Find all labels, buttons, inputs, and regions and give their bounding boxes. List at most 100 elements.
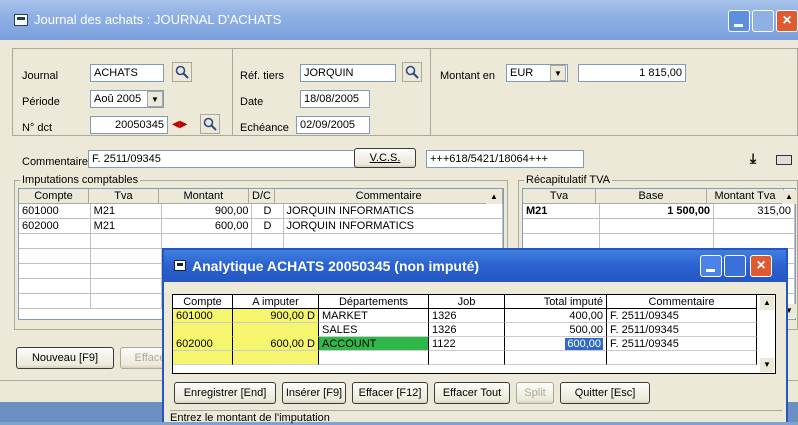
table-cell[interactable] [19,249,91,264]
table-cell[interactable]: JORQUIN INFORMATICS [283,204,503,219]
table-cell[interactable] [90,294,163,309]
table-cell[interactable] [505,351,607,365]
dialog-button-1[interactable]: Insérer [F9] [282,382,346,404]
ref-tiers-search-button[interactable] [402,62,422,82]
dialog-minimize-button[interactable] [700,255,722,277]
table-cell[interactable]: 315,00 [714,204,795,219]
table-cell[interactable] [233,323,319,337]
journal-field[interactable]: ACHATS [90,64,164,82]
table-cell[interactable] [600,234,715,249]
table-cell[interactable]: 500,00 [505,323,607,337]
commentaire-field[interactable]: F. 2511/09345 [88,150,372,168]
table-cell[interactable] [19,279,91,294]
table-cell[interactable] [162,234,253,249]
table-cell[interactable] [429,351,505,365]
table-cell[interactable]: ACCOUNT [319,337,429,351]
table-cell[interactable]: D [252,204,284,219]
table-cell[interactable]: M21 [523,204,601,219]
table-cell[interactable]: MARKET [319,309,429,323]
table-cell[interactable]: M21 [90,219,163,234]
table-cell[interactable] [283,234,503,249]
printer-icon[interactable] [776,150,794,166]
table-cell[interactable]: 601000 [19,204,91,219]
table-cell[interactable]: F. 2511/09345 [607,337,757,351]
table-cell[interactable] [173,351,233,365]
table-cell[interactable] [90,279,163,294]
ref-tiers-field[interactable]: JORQUIN [300,64,396,82]
ndct-field[interactable]: 20050345 [90,116,168,134]
table-cell[interactable]: 600,00 D [233,337,319,351]
periode-dropdown-icon[interactable]: ▼ [147,91,163,107]
dialog-scroll-down-icon[interactable]: ▼ [760,358,774,372]
table-cell[interactable] [523,234,601,249]
table-cell[interactable] [90,249,163,264]
table-cell[interactable]: 601000 [173,309,233,323]
table-cell[interactable] [714,234,795,249]
table-cell[interactable] [90,264,163,279]
date-field[interactable]: 18/08/2005 [300,90,370,108]
table-row[interactable] [19,234,503,249]
table-cell[interactable] [19,294,91,309]
table-row[interactable] [173,351,775,365]
table-cell[interactable] [90,234,163,249]
table-row[interactable]: 601000 M21 900,00 D JORQUIN INFORMATICS [19,204,503,219]
table-cell[interactable] [607,351,757,365]
maximize-button[interactable] [752,10,774,32]
table-cell[interactable]: 900,00 [162,204,253,219]
ndct-search-button[interactable] [200,114,220,134]
table-cell[interactable]: F. 2511/09345 [607,309,757,323]
table-cell[interactable]: 1326 [429,309,505,323]
table-cell[interactable] [523,219,601,234]
dialog-close-button[interactable]: × [750,255,772,277]
table-cell[interactable] [173,323,233,337]
table-cell[interactable]: 1122 [429,337,505,351]
dialog-button-4[interactable]: Split [516,382,554,404]
table-row[interactable] [523,234,795,249]
table-cell[interactable]: F. 2511/09345 [607,323,757,337]
table-cell[interactable] [600,219,715,234]
table-cell[interactable] [19,264,91,279]
table-cell[interactable]: M21 [90,204,163,219]
recap-scroll-up-icon[interactable]: ▲ [782,190,796,204]
table-cell[interactable] [19,234,91,249]
table-row[interactable]: SALES 1326 500,00 F. 2511/09345 [173,323,775,337]
vcs-button[interactable]: V.C.S. [354,148,416,168]
table-cell[interactable]: 1326 [429,323,505,337]
table-cell[interactable]: SALES [319,323,429,337]
download-icon[interactable]: ⤓ [750,150,766,166]
table-cell[interactable]: 900,00 D [233,309,319,323]
dialog-scroll-up-icon[interactable]: ▲ [760,296,774,310]
table-row[interactable]: 602000 M21 600,00 D JORQUIN INFORMATICS [19,219,503,234]
currency-dropdown-icon[interactable]: ▼ [550,65,566,81]
vcs-field[interactable]: +++618/5421/18064+++ [426,150,584,168]
table-row[interactable]: 602000 600,00 D ACCOUNT 1122 600,00 F. 2511/0… [173,337,775,351]
table-cell[interactable]: 600,00 [505,337,607,351]
minimize-button[interactable] [728,10,750,32]
table-cell[interactable]: 400,00 [505,309,607,323]
echeance-field[interactable]: 02/09/2005 [296,116,370,134]
prev-next-icon[interactable]: ◀▶ [172,117,196,133]
imputations-scroll-up-icon[interactable]: ▲ [486,190,502,204]
dialog-button-5[interactable]: Quitter [Esc] [560,382,650,404]
selected-value[interactable]: 600,00 [565,338,603,350]
table-cell[interactable] [714,219,795,234]
nouveau-button[interactable]: Nouveau [F9] [16,347,114,369]
table-cell[interactable]: 600,00 [162,219,253,234]
table-cell[interactable]: 602000 [173,337,233,351]
table-row[interactable] [523,219,795,234]
table-cell[interactable] [252,234,284,249]
dialog-maximize-button[interactable] [724,255,746,277]
table-cell[interactable] [319,351,429,365]
dialog-button-3[interactable]: Effacer Tout [434,382,510,404]
dialog-button-0[interactable]: Enregistrer [End] [174,382,276,404]
table-row[interactable]: 601000 900,00 D MARKET 1326 400,00 F. 2511/09… [173,309,775,323]
dialog-button-2[interactable]: Effacer [F12] [352,382,428,404]
table-cell[interactable]: JORQUIN INFORMATICS [283,219,503,234]
table-cell[interactable] [233,351,319,365]
journal-search-button[interactable] [172,62,192,82]
amount-field[interactable]: 1 815,00 [578,64,686,82]
table-cell[interactable]: 1 500,00 [600,204,715,219]
table-cell[interactable]: 602000 [19,219,91,234]
table-cell[interactable]: D [252,219,284,234]
close-button[interactable]: × [776,10,798,32]
